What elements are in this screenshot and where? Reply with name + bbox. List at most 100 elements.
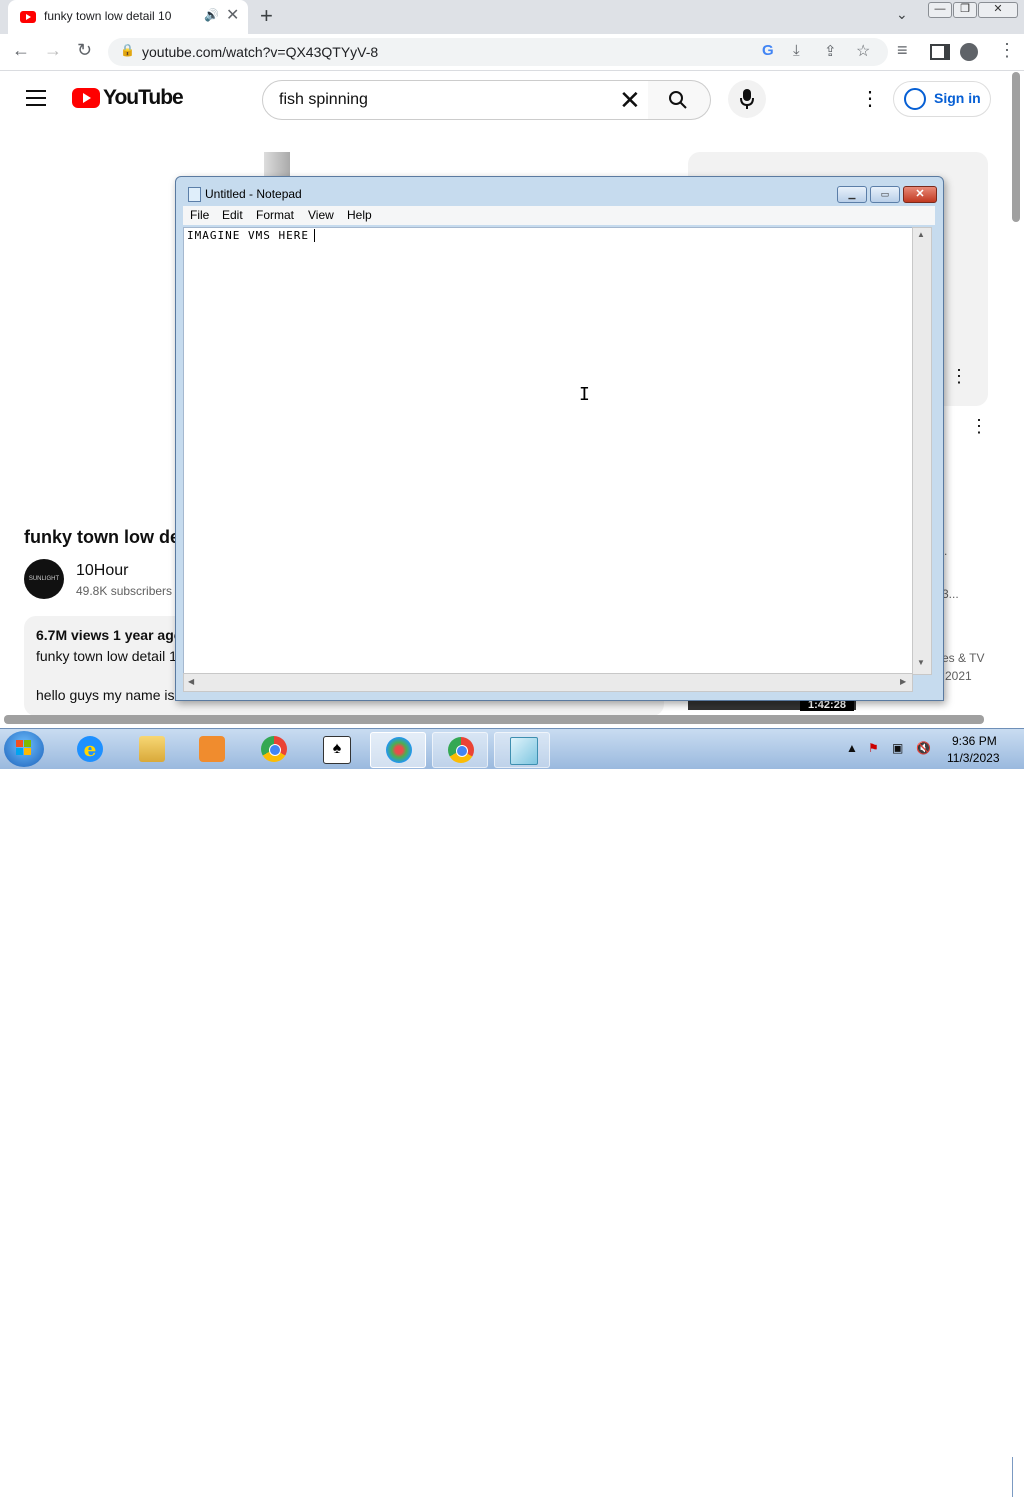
notepad-content: IMAGINE VMS HERE [187, 229, 309, 242]
notepad-vertical-scrollbar[interactable]: ▲ ▼ [912, 227, 932, 675]
media-player-icon [199, 736, 225, 762]
subscriber-count: 49.8K subscribers [76, 584, 173, 598]
internet-explorer-icon: e [77, 736, 103, 762]
start-button[interactable] [4, 731, 44, 767]
taskbar-chrome[interactable] [246, 732, 300, 766]
menu-view[interactable]: View [308, 208, 334, 222]
card-game-icon: ♠ [323, 736, 351, 764]
notepad-menubar: File Edit Format View Help [183, 206, 935, 225]
taskbar-notepad[interactable] [494, 732, 550, 768]
sidebar-text: 3... [942, 587, 959, 601]
more-options-icon[interactable]: ⋮ [970, 416, 988, 437]
channel-name[interactable]: 10Hour [76, 562, 128, 580]
clock-date[interactable]: 11/3/2023 [947, 751, 1000, 765]
sidebar-text: es & TV [942, 651, 985, 665]
browser-tab[interactable]: funky town low detail 10 hour 🔊 ✕ [8, 0, 248, 34]
scroll-up-icon[interactable]: ▲ [917, 230, 925, 239]
channel-avatar[interactable]: SUNLIGHT [24, 559, 64, 599]
more-options-icon[interactable]: ⋮ [950, 366, 968, 387]
sign-in-button[interactable]: Sign in [893, 81, 991, 117]
taskbar-media-player[interactable] [184, 732, 238, 766]
speaker-icon[interactable]: 🔊 [204, 8, 219, 22]
side-panel-icon[interactable] [930, 44, 950, 60]
tab-close-icon[interactable]: ✕ [226, 5, 239, 25]
network-icon[interactable]: ▣ [892, 741, 903, 755]
paint-icon [386, 737, 412, 763]
notepad-text-area[interactable]: IMAGINE VMS HERE [183, 227, 913, 675]
sidebar-text: . [944, 544, 948, 558]
url-text: youtube.com/watch?v=QX43QTYyV-8 [142, 44, 379, 60]
lock-icon: 🔒 [120, 43, 135, 57]
media-control-icon[interactable]: ≡ [897, 40, 908, 61]
scroll-down-icon[interactable]: ▼ [917, 658, 925, 667]
address-bar[interactable]: 🔒 youtube.com/watch?v=QX43QTYyV-8 G ⤓ ⇪ … [108, 38, 888, 66]
taskbar-internet-explorer[interactable]: e [62, 732, 116, 766]
view-count-date: 6.7M views 1 year ago [36, 627, 183, 643]
taskbar-paint[interactable] [370, 732, 426, 768]
taskbar-solitaire[interactable]: ♠ [308, 732, 362, 766]
bookmark-star-icon[interactable]: ☆ [856, 41, 870, 61]
more-options-icon[interactable]: ⋮ [860, 86, 880, 111]
taskbar-file-explorer[interactable] [124, 732, 178, 766]
hamburger-menu-icon[interactable] [26, 90, 46, 111]
action-center-icon[interactable]: ⚑ [868, 741, 879, 755]
install-icon[interactable]: ⤓ [793, 42, 800, 59]
new-tab-button[interactable]: + [260, 3, 273, 29]
ibeam-cursor-icon: I [579, 384, 590, 405]
clear-search-icon[interactable]: ✕ [619, 85, 641, 116]
description-line: funky town low detail 1 [36, 648, 177, 664]
youtube-logo-icon[interactable] [72, 88, 100, 108]
taskbar-chrome-active[interactable] [432, 732, 488, 768]
youtube-wordmark[interactable]: YouTube [103, 86, 184, 110]
sign-in-label: Sign in [934, 90, 981, 106]
voice-search-button[interactable] [728, 80, 766, 118]
window-restore-button[interactable]: ❐ [953, 2, 977, 18]
notepad-icon [188, 187, 201, 202]
search-input[interactable]: fish spinning ✕ [262, 80, 650, 120]
menu-file[interactable]: File [190, 208, 209, 222]
description-line: hello guys my name is [36, 687, 175, 703]
text-caret [314, 229, 315, 242]
sidebar-text: 2021 [945, 669, 972, 683]
profile-icon[interactable] [960, 43, 978, 61]
notepad-horizontal-scrollbar[interactable]: ◀ ▶ [183, 673, 913, 692]
reload-icon[interactable]: ↻ [77, 40, 92, 61]
show-desktop-button[interactable] [1012, 1457, 1024, 1497]
volume-muted-icon[interactable]: 🔇 [916, 741, 931, 755]
youtube-favicon-icon [20, 11, 36, 23]
notepad-minimize-button[interactable]: ▁ [837, 186, 867, 203]
tab-strip: funky town low detail 10 hour 🔊 ✕ + ⌄ — … [0, 0, 1024, 34]
windows-logo-icon [16, 740, 32, 756]
google-lens-icon[interactable]: G [762, 42, 774, 59]
notepad-close-button[interactable]: ✕ [903, 186, 937, 203]
chrome-icon [261, 736, 287, 762]
chevron-down-icon[interactable]: ⌄ [896, 6, 908, 23]
clock-time[interactable]: 9:36 PM [952, 734, 997, 748]
microphone-icon [740, 89, 754, 109]
scroll-right-icon[interactable]: ▶ [900, 677, 906, 686]
browser-menu-icon[interactable]: ⋮ [998, 40, 1016, 61]
window-close-button[interactable]: ✕ [978, 2, 1018, 18]
horizontal-scrollbar[interactable] [4, 715, 984, 724]
video-frame-fragment [264, 152, 290, 178]
search-query: fish spinning [279, 91, 368, 108]
forward-icon[interactable]: → [44, 40, 62, 61]
search-icon [669, 91, 687, 109]
chrome-icon [448, 737, 474, 763]
notepad-icon [510, 737, 538, 765]
folder-icon [139, 736, 165, 762]
tab-title: funky town low detail 10 hour [44, 9, 174, 23]
window-minimize-button[interactable]: — [928, 2, 952, 18]
menu-help[interactable]: Help [347, 208, 372, 222]
vertical-scrollbar[interactable] [1012, 72, 1020, 222]
menu-edit[interactable]: Edit [222, 208, 243, 222]
menu-format[interactable]: Format [256, 208, 294, 222]
notepad-maximize-button[interactable]: ▭ [870, 186, 900, 203]
scroll-left-icon[interactable]: ◀ [188, 677, 194, 686]
account-icon [904, 88, 926, 110]
search-button[interactable] [648, 80, 711, 120]
tray-expand-icon[interactable]: ▲ [846, 741, 858, 755]
notepad-window[interactable]: Untitled - Notepad ▁ ▭ ✕ File Edit Forma… [175, 176, 944, 701]
share-icon[interactable]: ⇪ [824, 42, 837, 60]
back-icon[interactable]: ← [12, 40, 30, 61]
